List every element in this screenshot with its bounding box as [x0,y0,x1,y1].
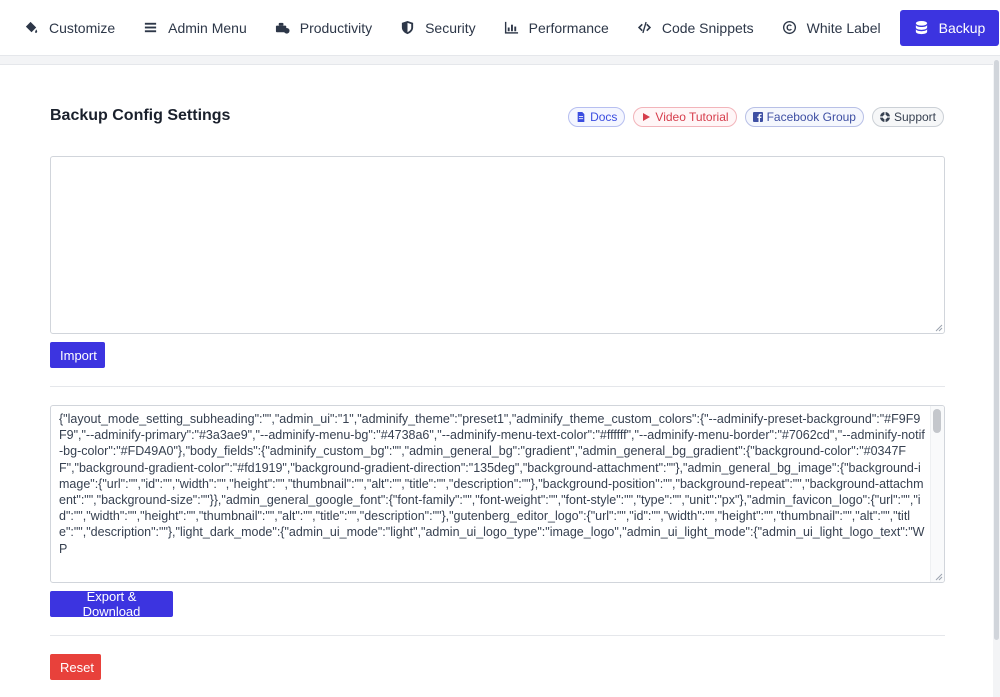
tab-admin-menu[interactable]: Admin Menu [129,10,261,46]
database-icon [915,20,927,35]
support-link[interactable]: Support [871,107,944,127]
bar-chart-icon [504,21,518,34]
export-scrollbar-thumb[interactable] [933,409,941,433]
top-nav: Customize Admin Menu Productivity Securi… [0,0,1000,56]
tab-security-label: Security [425,19,476,36]
document-icon [577,112,585,122]
tab-white-label-label: White Label [806,19,881,36]
content-gap [0,56,993,64]
export-textarea[interactable]: {"layout_mode_setting_subheading":"","ad… [50,405,945,583]
help-links: Docs Video Tutorial Facebook Group Suppo… [568,107,944,127]
video-tutorial-link[interactable]: Video Tutorial [633,107,737,127]
video-tutorial-link-label: Video Tutorial [655,110,729,124]
tab-performance[interactable]: Performance [490,10,623,46]
lifebuoy-icon [879,112,890,122]
tab-code-snippets[interactable]: Code Snippets [623,10,768,46]
backup-panel: Backup Config Settings Docs Video Tutori… [0,64,993,697]
code-icon [637,21,651,34]
export-json-text: {"layout_mode_setting_subheading":"","ad… [59,412,925,556]
tab-white-label[interactable]: White Label [768,10,895,46]
play-icon [643,113,651,121]
export-scrollbar[interactable] [930,406,944,582]
tab-productivity[interactable]: Productivity [261,10,386,46]
import-textarea[interactable] [50,156,945,334]
section-divider [50,386,945,387]
paint-bucket-icon [25,21,38,33]
menu-lines-icon [145,22,157,33]
shield-icon [401,20,414,35]
tab-admin-menu-label: Admin Menu [168,19,247,36]
tab-backup[interactable]: Backup [899,9,1000,46]
resize-grip-icon[interactable] [935,324,943,332]
tab-code-snippets-label: Code Snippets [661,19,754,36]
toolbox-icon [275,22,290,34]
tab-customize-label: Customize [49,19,116,36]
facebook-icon [752,112,763,122]
tab-productivity-label: Productivity [299,19,373,36]
docs-link-label: Docs [590,110,618,124]
facebook-group-link-label: Facebook Group [766,110,856,124]
copyright-icon [782,20,796,35]
resize-grip-icon[interactable] [935,573,943,581]
facebook-group-link[interactable]: Facebook Group [744,107,864,127]
page-title: Backup Config Settings [50,107,231,124]
docs-link[interactable]: Docs [568,107,626,127]
section-divider [50,635,945,636]
import-button[interactable]: Import [50,342,105,368]
export-download-button[interactable]: Export & Download [50,589,173,619]
support-link-label: Support [893,110,936,124]
tab-performance-label: Performance [528,19,609,36]
tab-customize[interactable]: Customize [10,10,129,46]
page-scrollbar-thumb[interactable] [994,60,999,640]
tab-security[interactable]: Security [386,10,490,46]
reset-button[interactable]: Reset [50,654,101,680]
tab-backup-label: Backup [938,19,986,36]
